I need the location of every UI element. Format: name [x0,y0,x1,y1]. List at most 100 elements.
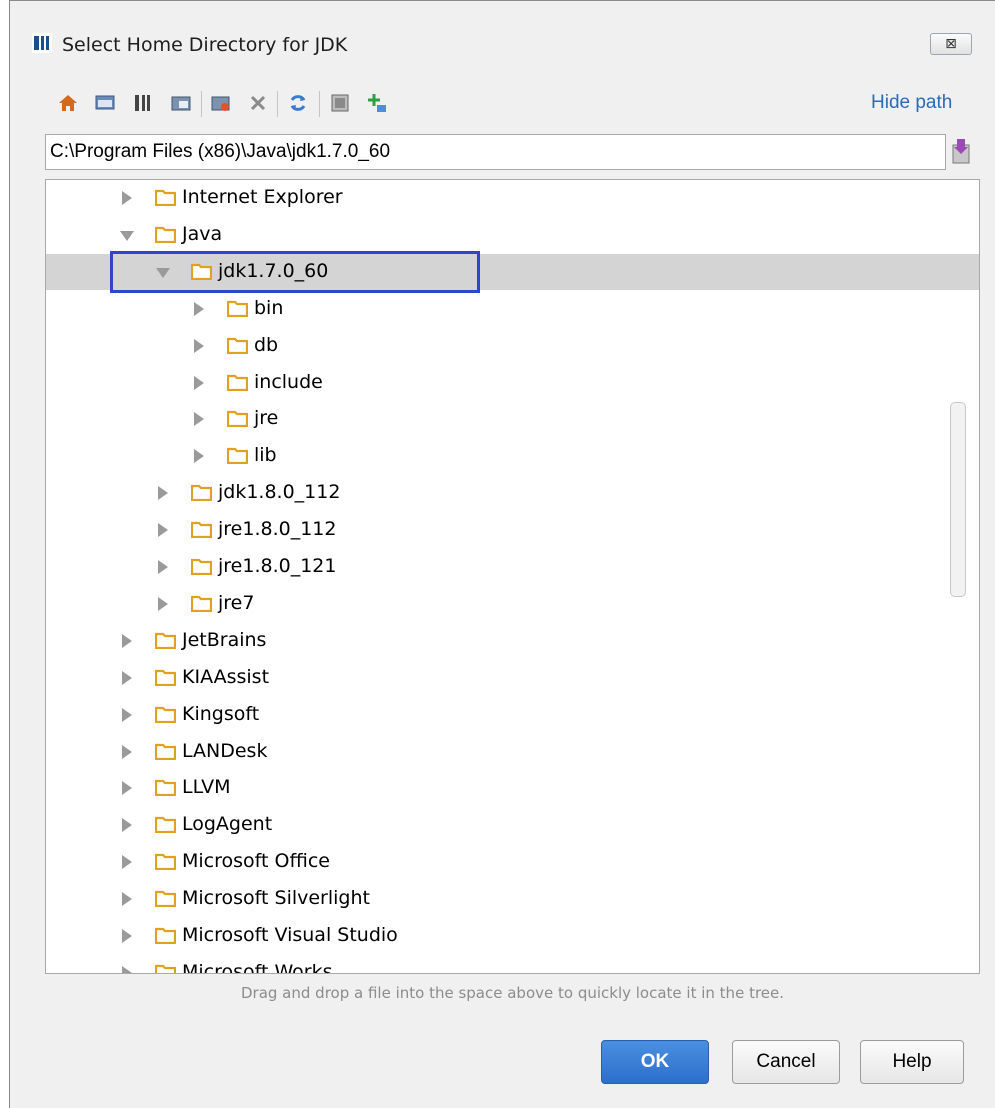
add-icon[interactable] [364,89,390,117]
tree-row-label: jre [254,407,279,430]
folder-icon [155,890,176,908]
tree-row[interactable]: Microsoft Silverlight [46,881,979,917]
tree-row[interactable]: Kingsoft [46,697,979,733]
folder-icon [191,558,212,575]
dialog-title: Select Home Directory for JDK [62,34,348,56]
drag-drop-hint: Drag and drop a file into the space abov… [240,984,785,1002]
tree-row-label: LANDesk [182,739,268,762]
tree-row[interactable]: include [46,365,979,401]
tree-row[interactable]: jdk1.8.0_112 [46,475,979,511]
delete-icon[interactable] [245,89,271,117]
expand-arrow-icon[interactable] [158,486,168,501]
tree-row-label: lib [254,444,277,467]
module-icon[interactable] [168,89,194,117]
expand-arrow-icon[interactable] [122,855,132,870]
ok-button[interactable]: OK [601,1040,709,1084]
desktop-icon[interactable] [92,89,118,117]
expand-arrow-icon[interactable] [122,707,132,722]
tree-row[interactable]: Microsoft Visual Studio [46,918,979,954]
tree-row[interactable]: bin [46,291,979,327]
expand-arrow-icon[interactable] [122,781,132,796]
tree-row-label: LLVM [182,776,231,799]
show-hidden-icon[interactable] [327,89,353,117]
expand-arrow-icon[interactable] [122,744,132,759]
expand-arrow-icon[interactable] [158,523,168,538]
tree-row-label: KIAAssist [182,665,270,688]
expand-arrow-icon[interactable] [194,375,204,390]
help-button[interactable]: Help [860,1040,964,1084]
tree-row-label: LogAgent [182,813,273,836]
tree-row[interactable]: jre1.8.0_121 [46,549,979,585]
tree-row-label: jdk1.8.0_112 [218,481,341,504]
folder-icon [155,964,176,973]
vertical-scrollbar[interactable] [950,402,966,597]
expand-arrow-icon[interactable] [158,560,168,574]
hide-path-link[interactable]: Hide path [871,92,952,114]
expand-arrow-icon[interactable] [122,965,132,973]
tree-row-label: Internet Explorer [182,186,343,208]
tree-row-label: Microsoft Office [182,850,330,873]
folder-icon [155,780,176,797]
tree-row-label: jre1.8.0_112 [218,518,337,541]
expand-arrow-icon[interactable] [122,191,132,205]
tree-row[interactable]: Microsoft Works [46,955,979,974]
tree-row[interactable]: db [46,328,979,364]
tree-row[interactable]: Java [46,217,979,253]
tree-row[interactable]: Microsoft Office [46,844,979,880]
expand-arrow-icon[interactable] [122,633,132,648]
tree-row-label: Microsoft Works [182,960,333,974]
tree-row[interactable]: lib [46,438,979,474]
new-folder-icon[interactable] [208,89,234,117]
collapse-arrow-icon[interactable] [120,230,134,241]
expand-arrow-icon[interactable] [122,818,132,833]
folder-icon [155,669,176,686]
folder-icon [227,337,248,354]
folder-icon [227,411,248,428]
expand-arrow-icon[interactable] [158,596,168,611]
folder-icon [191,595,212,612]
selected-item-highlight [110,251,480,293]
folder-icon [227,374,248,391]
tree-row[interactable]: jre [46,401,979,437]
tree-row[interactable]: LANDesk [46,734,979,770]
expand-arrow-icon[interactable] [194,412,204,427]
folder-icon [227,448,248,465]
tree-row[interactable]: Internet Explorer [46,180,979,216]
file-tree[interactable]: Internet Explorer Java jdk1.7.0_60 bin db inc… [45,179,980,974]
toolbar-separator [201,91,202,117]
expand-arrow-icon[interactable] [122,929,132,943]
path-input[interactable] [46,135,945,169]
home-icon[interactable] [55,89,81,117]
tree-row[interactable]: jre1.8.0_112 [46,512,979,548]
folder-icon [155,189,176,206]
close-button[interactable]: ⊠ [930,33,972,55]
tree-row-label: Microsoft Visual Studio [182,924,398,946]
folder-icon [155,226,176,243]
refresh-icon[interactable] [285,89,311,117]
expand-arrow-icon[interactable] [194,301,204,316]
tree-row-label: JetBrains [182,628,267,651]
tree-row-label: Java [182,222,223,245]
tree-row-label: bin [254,296,284,319]
expand-arrow-icon[interactable] [122,892,132,907]
tree-row[interactable]: JetBrains [46,623,979,659]
tree-row-label: jre1.8.0_121 [218,555,337,577]
folder-icon [155,706,176,723]
path-field[interactable] [45,134,946,170]
expand-arrow-icon[interactable] [194,449,204,464]
expand-arrow-icon[interactable] [194,338,204,353]
select-jdk-dialog: Select Home Directory for JDK ⊠ Hide pat… [9,0,995,1108]
toolbar-separator [277,91,278,117]
path-history-icon[interactable] [951,137,971,165]
project-icon[interactable] [130,89,156,117]
tree-row[interactable]: KIAAssist [46,660,979,696]
toolbar-separator [319,91,320,117]
intellij-app-icon [32,33,52,53]
tree-row-label: jre7 [218,591,255,614]
cancel-button[interactable]: Cancel [732,1040,840,1084]
tree-row[interactable]: LLVM [46,770,979,806]
expand-arrow-icon[interactable] [122,670,132,685]
tree-row-label: Kingsoft [182,702,260,725]
tree-row[interactable]: LogAgent [46,807,979,843]
tree-row[interactable]: jre7 [46,586,979,622]
